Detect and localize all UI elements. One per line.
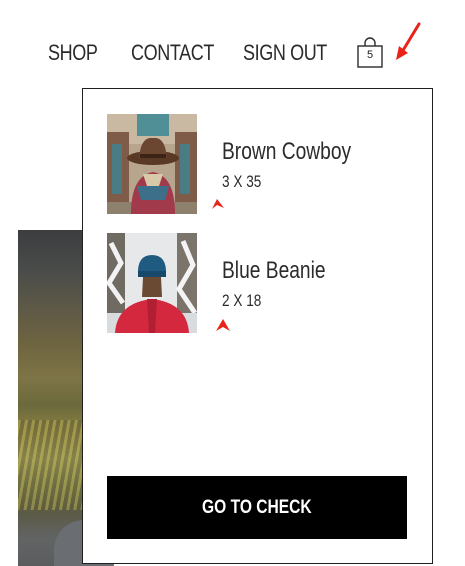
cart-item[interactable]: Brown Cowboy 3 X 35 bbox=[107, 114, 417, 214]
cart-item-quantity-price: 2 X 18 bbox=[222, 291, 262, 310]
cart-button[interactable]: 5 bbox=[356, 37, 384, 69]
cart-item-image bbox=[107, 114, 197, 214]
checkout-button-label: GO TO CHECK bbox=[202, 496, 312, 518]
cart-item[interactable]: Blue Beanie 2 X 18 bbox=[107, 233, 417, 333]
cart-item-name: Blue Beanie bbox=[222, 257, 326, 284]
annotation-arrow-icon bbox=[396, 22, 421, 60]
cart-item-name: Brown Cowboy bbox=[222, 138, 352, 165]
nav-link-sign-out[interactable]: SIGN OUT bbox=[243, 40, 327, 66]
annotation-caret-icon bbox=[212, 199, 224, 209]
cart-item-image bbox=[107, 233, 197, 333]
go-to-checkout-button[interactable]: GO TO CHECK bbox=[107, 476, 407, 539]
cart-count-badge: 5 bbox=[366, 49, 374, 61]
nav-link-contact[interactable]: CONTACT bbox=[131, 40, 214, 66]
cart-item-quantity-price: 3 X 35 bbox=[222, 172, 262, 191]
hero-background-photo bbox=[18, 230, 114, 566]
nav-link-shop[interactable]: SHOP bbox=[48, 40, 98, 66]
cart-dropdown: Brown Cowboy 3 X 35 Blue Beanie 2 X 18 G… bbox=[82, 88, 433, 564]
hero-photo-grass bbox=[18, 420, 88, 510]
annotation-caret-icon bbox=[216, 319, 230, 331]
